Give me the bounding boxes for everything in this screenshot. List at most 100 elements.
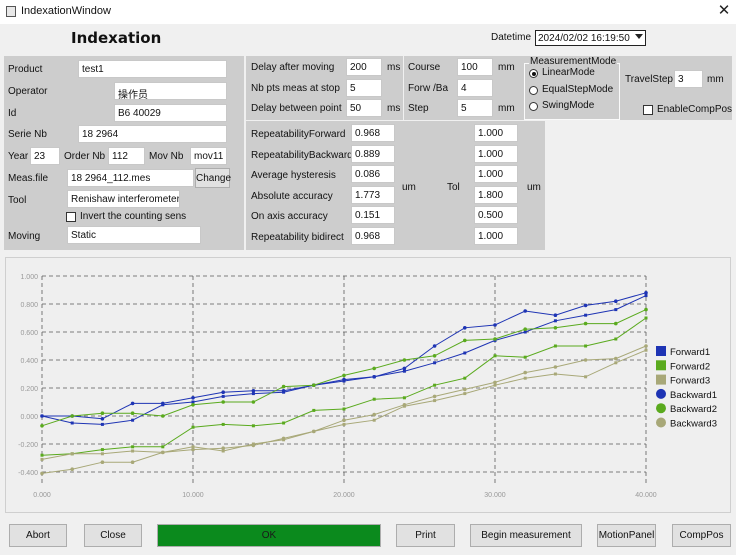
data-point xyxy=(493,354,497,358)
result-value[interactable]: 0.151 xyxy=(351,206,395,224)
data-point xyxy=(131,418,135,422)
data-point xyxy=(523,370,527,375)
result-value[interactable]: 0.086 xyxy=(351,165,395,183)
operator-field[interactable]: 操作员 xyxy=(114,82,227,100)
data-point xyxy=(523,355,527,359)
close-button[interactable]: Close xyxy=(84,524,142,547)
data-point xyxy=(40,471,44,476)
id-label: Id xyxy=(8,108,17,119)
tolerance-value[interactable]: 1.000 xyxy=(474,165,518,183)
data-point xyxy=(251,400,256,404)
data-point xyxy=(221,390,225,394)
y-tick-label: 0.400 xyxy=(20,358,38,365)
data-point xyxy=(251,443,256,448)
data-point xyxy=(251,389,256,393)
data-point xyxy=(493,323,497,327)
enablecomppos-checkbox[interactable] xyxy=(643,105,653,115)
id-field[interactable]: B6 40029 xyxy=(114,104,227,122)
abort-button[interactable]: Abort xyxy=(9,524,67,547)
x-tick-label: 10.000 xyxy=(182,492,204,499)
title-bar: IndexationWindow ✕ xyxy=(0,0,736,24)
results-unit: um xyxy=(402,182,416,193)
data-point xyxy=(493,337,497,341)
result-value[interactable]: 0.968 xyxy=(351,124,395,142)
data-point xyxy=(221,422,225,426)
begin-measurement-button[interactable]: Begin measurement xyxy=(470,524,582,547)
tolerance-value[interactable]: 1.800 xyxy=(474,186,518,204)
datetime-select[interactable]: 2024/02/02 16:19:50 xyxy=(535,30,646,46)
comppos-button[interactable]: CompPos xyxy=(672,524,731,547)
legend-marker xyxy=(656,417,666,428)
tolerance-value[interactable]: 1.000 xyxy=(474,145,518,163)
tolerance-value[interactable]: 1.000 xyxy=(474,227,518,245)
operator-label: Operator xyxy=(8,86,48,97)
mov-label: Mov Nb xyxy=(149,151,184,162)
chart-area: 1.000 0.800 0.600 0.400 0.200 0.000 -0.200 -0.4… xyxy=(5,257,731,513)
print-button[interactable]: Print xyxy=(396,524,455,547)
change-button[interactable]: Change xyxy=(195,168,231,188)
data-point xyxy=(583,303,588,308)
data-point xyxy=(644,348,648,352)
data-point xyxy=(100,452,104,456)
tol-label: Tol xyxy=(447,182,460,193)
data-point xyxy=(523,309,527,313)
data-point xyxy=(372,375,377,379)
data-point xyxy=(463,387,467,392)
legend-label: Backward2 xyxy=(670,404,717,415)
order-field[interactable]: 112 xyxy=(108,147,145,165)
x-tick-label: 30.000 xyxy=(484,492,506,499)
mov-field[interactable]: mov11 xyxy=(190,147,227,165)
data-point xyxy=(70,414,74,418)
result-value[interactable]: 0.968 xyxy=(351,227,395,245)
legend-label: Backward3 xyxy=(670,419,717,430)
data-point xyxy=(130,401,135,406)
legend-marker xyxy=(656,388,666,399)
product-field[interactable]: test1 xyxy=(78,60,227,78)
motionpanel-button[interactable]: MotionPanel xyxy=(597,524,656,547)
product-label: Product xyxy=(8,64,43,75)
step-field[interactable]: 5 xyxy=(457,99,493,117)
invert-checkbox[interactable] xyxy=(66,212,76,222)
chevron-down-icon[interactable] xyxy=(635,34,643,39)
travelstep-label: TravelStep xyxy=(625,74,673,85)
data-point xyxy=(342,407,346,411)
data-point xyxy=(583,358,588,362)
result-value[interactable]: 0.889 xyxy=(351,145,395,163)
data-point xyxy=(614,361,618,365)
data-point xyxy=(191,447,195,452)
delay-points-field[interactable]: 50 xyxy=(346,99,382,117)
y-tick-label: 1.000 xyxy=(20,274,38,281)
measfile-field[interactable]: 18 2964_112.mes xyxy=(67,169,194,187)
forw-field[interactable]: 4 xyxy=(457,79,493,97)
nbpts-field[interactable]: 5 xyxy=(346,79,382,97)
step-label: Step xyxy=(408,103,429,114)
moving-field[interactable]: Static xyxy=(67,226,201,244)
linearmode-radio[interactable] xyxy=(529,69,538,78)
course-field[interactable]: 100 xyxy=(457,58,493,76)
close-window-icon[interactable]: ✕ xyxy=(714,1,734,21)
data-point xyxy=(583,321,588,326)
legend-marker xyxy=(656,346,666,356)
tolerance-value[interactable]: 0.500 xyxy=(474,206,518,224)
tool-field[interactable]: Renishaw interferometer xyxy=(67,190,180,208)
result-value[interactable]: 1.773 xyxy=(351,186,395,204)
data-point xyxy=(161,445,165,449)
swingmode-radio[interactable] xyxy=(529,102,538,111)
serie-field[interactable]: 18 2964 xyxy=(78,125,227,143)
data-point xyxy=(463,338,467,343)
data-point xyxy=(432,394,437,399)
data-point xyxy=(553,319,557,323)
delay-moving-unit: ms xyxy=(387,62,401,73)
data-point xyxy=(40,453,44,457)
measfile-label: Meas.file xyxy=(8,173,49,184)
travelstep-field[interactable]: 3 xyxy=(674,70,703,88)
delay-moving-field[interactable]: 200 xyxy=(346,58,382,76)
equalstepmode-radio[interactable] xyxy=(529,86,538,95)
data-point xyxy=(100,448,104,452)
data-point xyxy=(342,418,346,422)
ok-button[interactable]: OK xyxy=(157,524,381,547)
tolerance-value[interactable]: 1.000 xyxy=(474,124,518,142)
year-field[interactable]: 23 xyxy=(30,147,60,165)
x-tick-label: 0.000 xyxy=(33,492,51,499)
datetime-label: Datetime xyxy=(491,32,532,43)
